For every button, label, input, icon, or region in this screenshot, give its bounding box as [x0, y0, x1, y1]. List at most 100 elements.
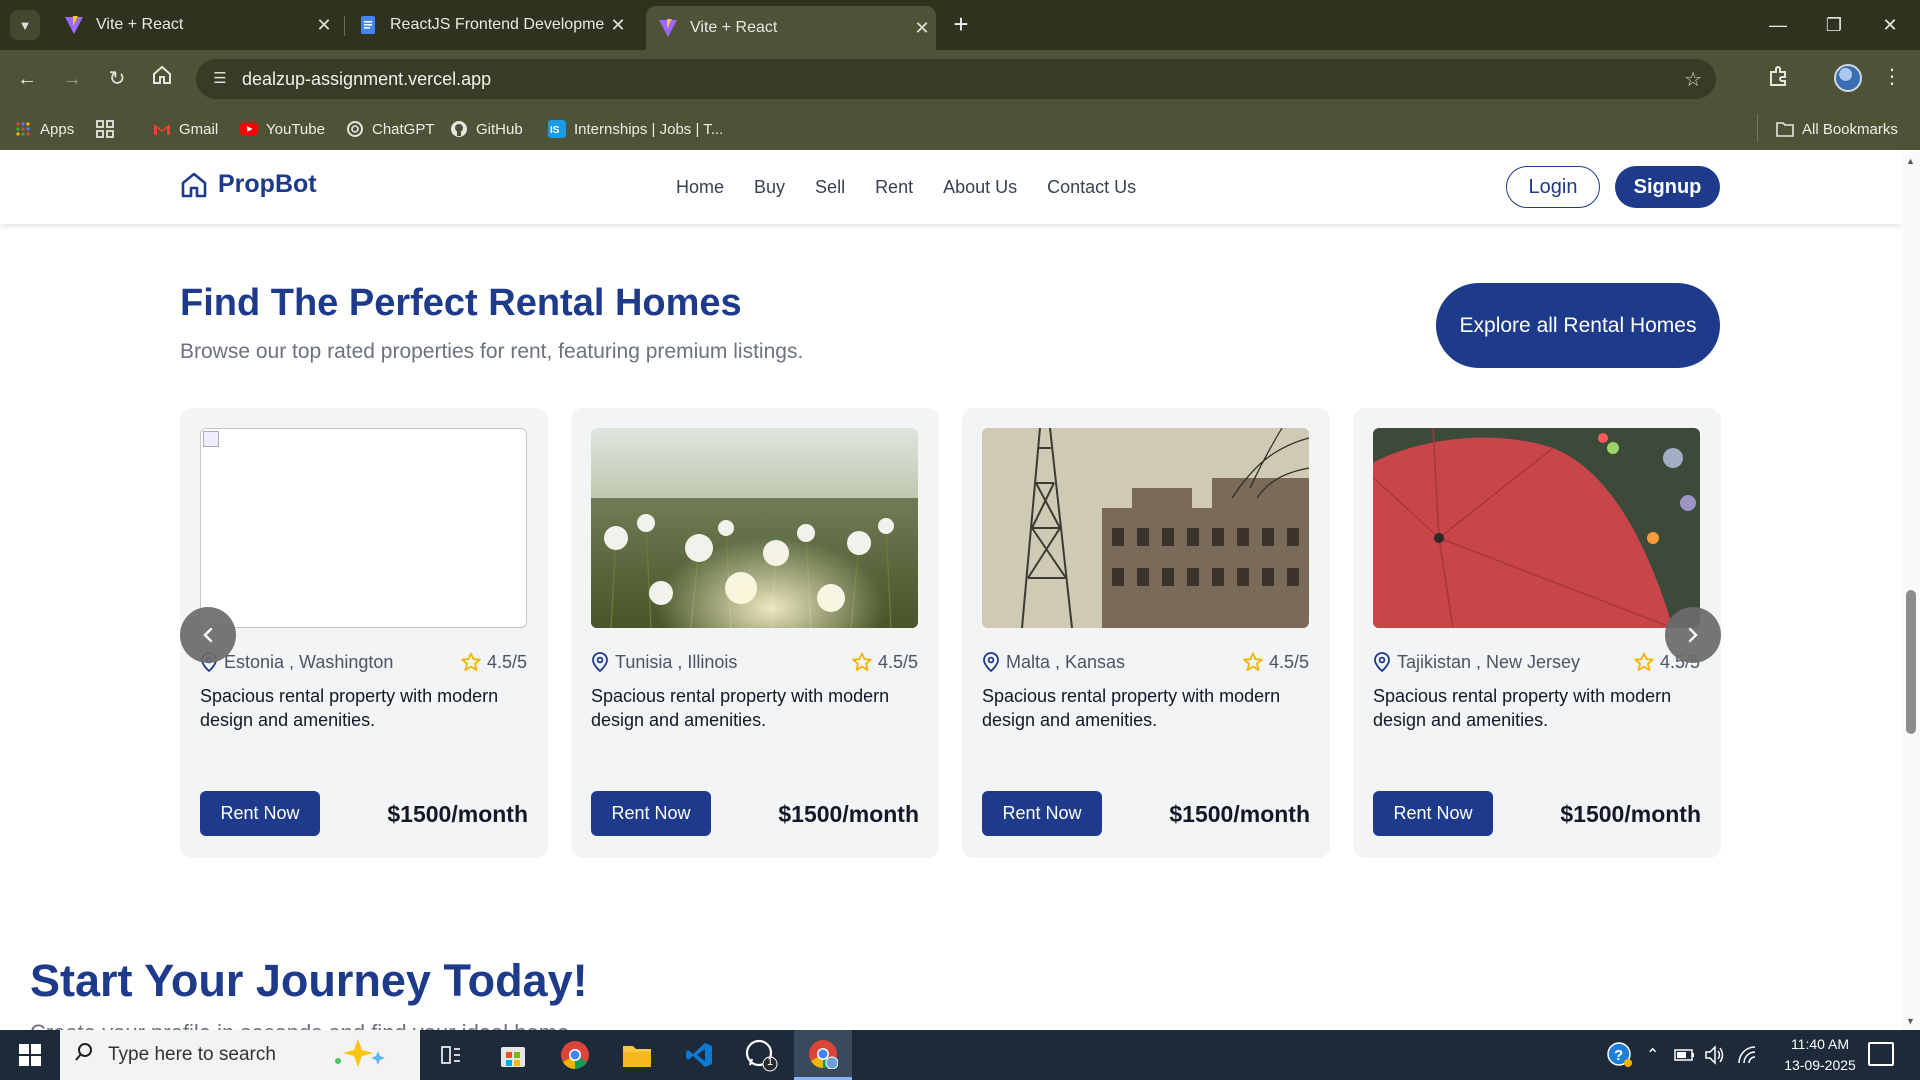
location-pin-icon: [592, 652, 608, 672]
all-bookmarks[interactable]: All Bookmarks: [1776, 118, 1898, 140]
google-docs-icon: [361, 16, 375, 34]
browser-tab-1[interactable]: Vite + React ✕: [52, 6, 338, 44]
new-tab-button[interactable]: +: [946, 10, 976, 40]
task-view-button[interactable]: [422, 1030, 480, 1080]
close-icon[interactable]: ✕: [310, 15, 338, 36]
taskbar-clock[interactable]: 11:40 AM 13-09-2025: [1770, 1034, 1870, 1076]
rent-now-button[interactable]: Rent Now: [1373, 791, 1493, 836]
microsoft-store-icon: [501, 1047, 525, 1067]
bookmark-label: ChatGPT: [372, 120, 435, 138]
bookmark-gmail[interactable]: Gmail: [153, 118, 218, 140]
apps-grid-icon: [14, 120, 32, 138]
window-close-button[interactable]: ✕: [1865, 10, 1915, 40]
property-price: $1500/month: [387, 801, 528, 827]
property-rating: 4.5/5: [1268, 651, 1309, 672]
url-text[interactable]: dealzup-assignment.vercel.app: [242, 69, 491, 90]
house-icon: [181, 172, 207, 197]
taskbar-search-box[interactable]: Type here to search: [60, 1030, 420, 1080]
property-image-red-umbrella: [1373, 428, 1700, 628]
scrollbar-thumb[interactable]: [1906, 590, 1916, 734]
nav-sell[interactable]: Sell: [815, 177, 845, 198]
chevron-right-icon: [1688, 627, 1698, 643]
address-bar[interactable]: ☰ dealzup-assignment.vercel.app ☆: [196, 59, 1716, 99]
rent-now-button[interactable]: Rent Now: [200, 791, 320, 836]
login-button[interactable]: Login: [1506, 166, 1600, 208]
browser-tab-3-active[interactable]: Vite + React ✕: [646, 6, 936, 50]
property-description: Spacious rental property with modern des…: [982, 686, 1281, 730]
browser-tab-bar: ▼ Vite + React ✕ ReactJS Frontend Develo…: [0, 0, 1920, 50]
rent-now-button[interactable]: Rent Now: [982, 791, 1102, 836]
tray-overflow-chevron-icon[interactable]: ⌃: [1646, 1030, 1659, 1080]
bookmarks-separator: [1757, 114, 1758, 142]
battery-icon[interactable]: [1674, 1030, 1696, 1080]
nav-about-us[interactable]: About Us: [943, 177, 1017, 198]
notification-center-icon[interactable]: [1868, 1042, 1894, 1066]
bookmark-chatgpt[interactable]: ChatGPT: [346, 118, 435, 140]
property-location: Tajikistan , New Jersey: [1397, 651, 1581, 672]
minimize-button[interactable]: —: [1753, 10, 1803, 40]
bookmark-youtube[interactable]: YouTube: [240, 118, 325, 140]
browser-tab-2[interactable]: ReactJS Frontend Development ✕: [346, 6, 632, 44]
restore-button[interactable]: ❐: [1809, 10, 1859, 40]
bookmark-tab-groups[interactable]: [96, 118, 122, 140]
home-button[interactable]: [147, 64, 177, 94]
taskbar-chrome-active[interactable]: [794, 1030, 852, 1080]
carousel-prev-button[interactable]: [180, 607, 236, 663]
site-settings-icon[interactable]: ☰: [210, 69, 230, 89]
volume-icon[interactable]: [1704, 1030, 1726, 1080]
bookmark-label: YouTube: [266, 120, 325, 138]
profile-avatar[interactable]: [1834, 64, 1862, 92]
nav-home[interactable]: Home: [676, 177, 724, 198]
bookmark-internshala[interactable]: IS Internships | Jobs | T...: [548, 118, 723, 140]
gmail-icon: [153, 120, 171, 138]
brand-name: PropBot: [218, 170, 317, 198]
forward-button[interactable]: →: [57, 64, 87, 94]
nav-buy[interactable]: Buy: [754, 177, 785, 198]
browser-toolbar: ← → ↻ ☰ dealzup-assignment.vercel.app ☆: [0, 50, 1920, 108]
property-image-broken: [200, 428, 527, 628]
whatsapp-badge: 1: [767, 1056, 774, 1068]
clock-date: 13-09-2025: [1784, 1057, 1856, 1073]
bookmark-star-icon[interactable]: ☆: [1684, 67, 1702, 92]
tab-search-button[interactable]: ▼: [10, 10, 40, 40]
close-icon[interactable]: ✕: [908, 18, 936, 39]
taskbar-file-explorer[interactable]: [608, 1030, 666, 1080]
taskbar-whatsapp[interactable]: 1: [732, 1030, 790, 1080]
svg-text:?: ?: [1614, 1047, 1623, 1064]
bookmark-label: All Bookmarks: [1802, 120, 1898, 138]
wifi-icon[interactable]: [1736, 1030, 1758, 1080]
reload-button[interactable]: ↻: [102, 64, 132, 94]
taskbar-microsoft-store[interactable]: [484, 1030, 542, 1080]
location-pin-icon: [983, 652, 999, 672]
bookmark-apps[interactable]: Apps: [14, 118, 74, 140]
extensions-icon[interactable]: [1766, 64, 1792, 90]
nav-contact-us[interactable]: Contact Us: [1047, 177, 1136, 198]
brand-logo[interactable]: PropBot: [180, 170, 317, 199]
help-icon[interactable]: ?: [1606, 1030, 1634, 1080]
task-view-icon: [441, 1046, 460, 1064]
broken-image-icon: [203, 431, 219, 447]
property-price: $1500/month: [778, 801, 919, 827]
rent-now-button[interactable]: Rent Now: [591, 791, 711, 836]
sparkle-icon: [328, 1037, 388, 1074]
bookmark-github[interactable]: GitHub: [450, 118, 523, 140]
journey-section-title: Start Your Journey Today!: [30, 955, 588, 1006]
browser-menu-icon[interactable]: ⋮: [1882, 64, 1902, 92]
carousel-next-button[interactable]: [1665, 607, 1721, 663]
nav-rent[interactable]: Rent: [875, 177, 913, 198]
page-scrollbar[interactable]: ▲ ▼: [1902, 150, 1920, 1030]
scroll-down-arrow[interactable]: ▼: [1906, 1016, 1915, 1026]
vscode-icon: [686, 1043, 712, 1067]
close-icon[interactable]: ✕: [604, 15, 632, 36]
rental-section-subtitle: Browse our top rated properties for rent…: [180, 340, 804, 363]
chrome-icon: [561, 1041, 589, 1069]
signup-button[interactable]: Signup: [1615, 166, 1720, 208]
youtube-icon: [240, 120, 258, 138]
internshala-icon: IS: [548, 120, 566, 138]
taskbar-vscode[interactable]: [670, 1030, 728, 1080]
scroll-up-arrow[interactable]: ▲: [1906, 156, 1915, 166]
start-button[interactable]: [0, 1030, 60, 1080]
back-button[interactable]: ←: [12, 64, 42, 94]
taskbar-chrome[interactable]: [546, 1030, 604, 1080]
explore-rental-homes-button[interactable]: Explore all Rental Homes: [1436, 283, 1720, 368]
